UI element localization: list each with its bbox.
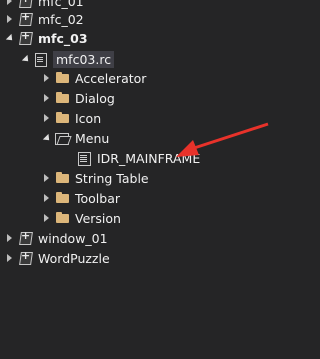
solution-explorer-tree: mfc_01 mfc_02 mfc_03 mfc03.rc Accelerato… <box>0 0 298 359</box>
annotation-arrow-icon <box>176 122 269 157</box>
